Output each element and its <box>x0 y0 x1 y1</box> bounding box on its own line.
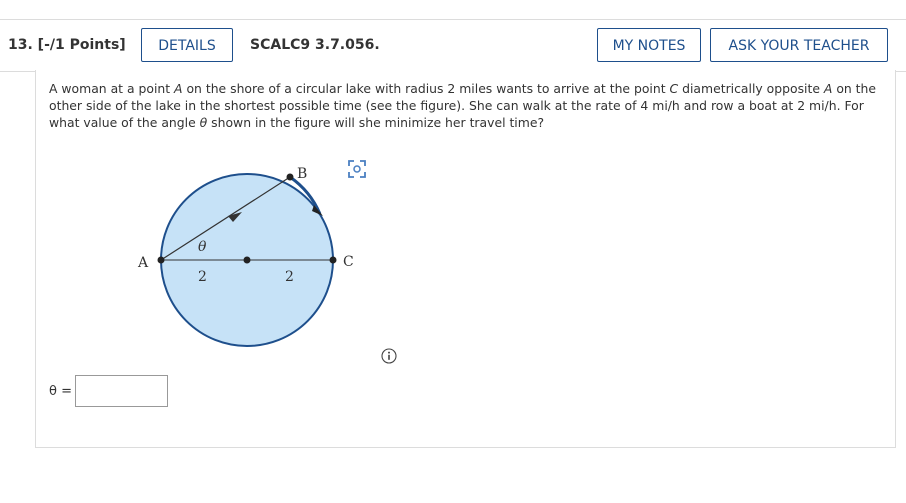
problem-text: A woman at a point A on the shore of a c… <box>49 81 877 130</box>
lake-figure: A B C θ 2 2 <box>137 166 354 347</box>
label-c: C <box>343 254 354 270</box>
point-center <box>243 256 251 264</box>
info-icon[interactable] <box>381 348 397 364</box>
answer-label: θ = <box>49 384 72 399</box>
question-number: 13. [-/1 Points] <box>8 37 126 53</box>
details-button[interactable]: DETAILS <box>141 28 233 62</box>
label-radius-right: 2 <box>285 269 294 285</box>
ask-your-teacher-button[interactable]: ASK YOUR TEACHER <box>710 28 888 62</box>
expand-figure-icon[interactable] <box>347 159 367 179</box>
label-theta: θ <box>198 239 207 255</box>
theta-answer-input[interactable] <box>75 375 168 407</box>
my-notes-button[interactable]: MY NOTES <box>597 28 701 62</box>
label-a: A <box>137 255 149 271</box>
point-c <box>329 256 337 264</box>
point-b <box>286 173 294 181</box>
label-radius-left: 2 <box>198 269 207 285</box>
label-b: B <box>297 166 307 182</box>
question-code: SCALC9 3.7.056. <box>250 37 380 53</box>
point-a <box>157 256 165 264</box>
